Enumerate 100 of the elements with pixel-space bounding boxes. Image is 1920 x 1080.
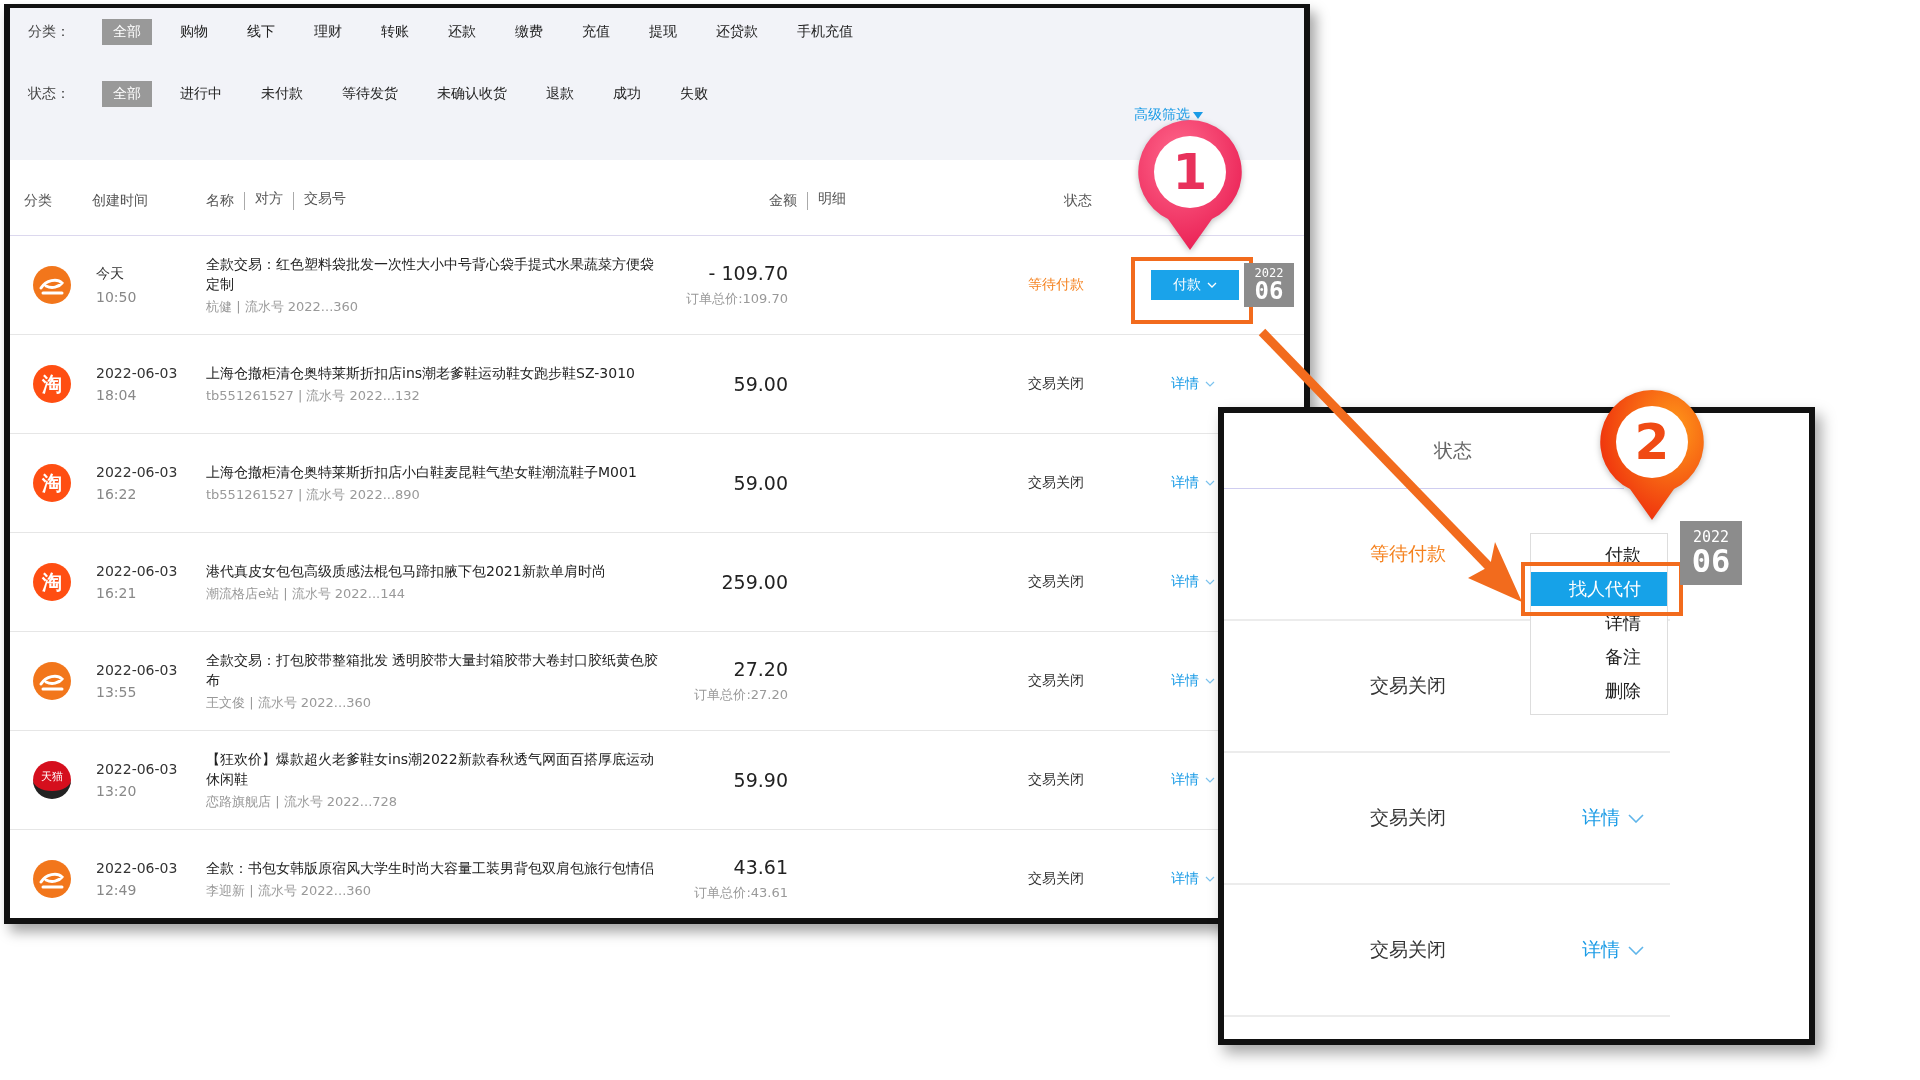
chevron-down-icon bbox=[1205, 381, 1215, 387]
filter-chip[interactable]: 充值 bbox=[571, 19, 621, 45]
marker-number: 2 bbox=[1633, 414, 1671, 470]
column-header: 对方 bbox=[244, 191, 293, 210]
filter-chip[interactable]: 手机充值 bbox=[786, 19, 864, 45]
date-text: 2022-06-03 bbox=[96, 563, 179, 579]
filter-chip[interactable]: 退款 bbox=[535, 81, 585, 107]
amount-text: 59.00 bbox=[732, 373, 788, 395]
item-name: 上海仓撤柜清仓奥特莱斯折扣店ins潮老爹鞋运动鞋女跑步鞋SZ-3010 bbox=[206, 364, 636, 383]
status-text: 交易关闭 bbox=[1370, 673, 1447, 698]
date-text: 今天 bbox=[96, 265, 125, 283]
badge-month: 06 bbox=[1254, 279, 1284, 303]
item-name: 全款交易：打包胶带整箱批发 透明胶带大量封箱胶带大卷封口胶纸黄色胶布 bbox=[206, 651, 660, 690]
status-text: 等待付款 bbox=[1028, 276, 1084, 292]
shop-logo: 天猫 bbox=[33, 761, 71, 799]
filter-chip[interactable]: 未付款 bbox=[250, 81, 314, 107]
swirl-logo-icon bbox=[33, 266, 71, 304]
counterparty-text: tb551261527 | 流水号 2022...132 bbox=[206, 387, 421, 405]
column-header: 名称 bbox=[206, 191, 235, 210]
amount-text: 59.00 bbox=[732, 472, 788, 494]
status-text: 交易关闭 bbox=[1370, 937, 1447, 962]
marker-number: 1 bbox=[1171, 144, 1209, 200]
badge-month: 06 bbox=[1691, 544, 1731, 577]
amount-text: 27.20 bbox=[732, 658, 788, 680]
counterparty-text: 王文俊 | 流水号 2022...360 bbox=[206, 694, 373, 712]
status-text: 交易关闭 bbox=[1028, 672, 1084, 688]
counterparty-text: 李迎新 | 流水号 2022...360 bbox=[206, 882, 373, 900]
amount-text: 43.61 bbox=[732, 856, 788, 878]
filter-chip[interactable]: 理财 bbox=[303, 19, 353, 45]
time-text: 13:20 bbox=[96, 783, 138, 799]
item-name: 上海仓撤柜清仓奥特莱斯折扣店小白鞋麦昆鞋气垫女鞋潮流鞋子M001 bbox=[206, 463, 638, 482]
item-name: 全款交易：红色塑料袋批发一次性大小中号背心袋手提式水果蔬菜方便袋定制 bbox=[206, 255, 655, 294]
order-total-text: 订单总价:43.61 bbox=[693, 884, 788, 902]
status-text: 等待付款 bbox=[1370, 541, 1447, 566]
order-total-text: 订单总价:109.70 bbox=[685, 290, 788, 308]
filter-chip[interactable]: 缴费 bbox=[504, 19, 554, 45]
filter-chip[interactable]: 未确认收货 bbox=[426, 81, 518, 107]
badge-year: 2022 bbox=[1254, 267, 1284, 279]
time-text: 10:50 bbox=[96, 289, 138, 305]
time-text: 16:22 bbox=[96, 486, 138, 502]
swirl-logo-icon bbox=[33, 662, 71, 700]
badge-year: 2022 bbox=[1692, 529, 1730, 545]
filter-chip[interactable]: 还贷款 bbox=[705, 19, 769, 45]
date-text: 2022-06-03 bbox=[96, 761, 179, 777]
counterparty-text: 杭健 | 流水号 2022...360 bbox=[206, 298, 360, 316]
status-text: 交易关闭 bbox=[1370, 805, 1447, 830]
chevron-down-icon bbox=[1207, 282, 1217, 288]
chevron-down-icon bbox=[1205, 777, 1215, 783]
chevron-down-icon bbox=[1205, 480, 1215, 486]
filter-chip[interactable]: 提现 bbox=[638, 19, 688, 45]
item-name: 港代真皮女包包高级质感法棍包马蹄扣腋下包2021新款单肩时尚 bbox=[206, 562, 607, 581]
chevron-down-icon bbox=[1205, 678, 1215, 684]
amount-text: - 109.70 bbox=[707, 262, 788, 284]
chevron-down-icon bbox=[1205, 579, 1215, 585]
filter-label: 状态： bbox=[28, 85, 71, 103]
time-text: 16:21 bbox=[96, 585, 138, 601]
filter-chip[interactable]: 成功 bbox=[602, 81, 652, 107]
filter-chip[interactable]: 购物 bbox=[169, 19, 219, 45]
swirl-logo-icon bbox=[33, 860, 71, 898]
shop-logo: 淘 bbox=[33, 464, 71, 502]
date-text: 2022-06-03 bbox=[96, 365, 179, 381]
shop-logo: 淘 bbox=[33, 563, 71, 601]
column-header: 分类 bbox=[23, 191, 53, 210]
column-header: 明细 bbox=[807, 191, 856, 210]
filter-label: 分类： bbox=[28, 23, 71, 41]
filter-chip[interactable]: 线下 bbox=[236, 19, 286, 45]
counterparty-text: 潮流格店e站 | 流水号 2022...144 bbox=[206, 585, 407, 603]
time-text: 13:55 bbox=[96, 684, 138, 700]
date-text: 2022-06-03 bbox=[96, 464, 179, 480]
counterparty-text: tb551261527 | 流水号 2022...890 bbox=[206, 486, 421, 504]
filter-chip[interactable]: 进行中 bbox=[169, 81, 233, 107]
column-header: 金额 bbox=[769, 191, 798, 210]
item-name: 全款：书包女韩版原宿风大学生时尚大容量工装男背包双肩包旅行包情侣 bbox=[206, 859, 655, 878]
filter-chip[interactable]: 失败 bbox=[669, 81, 719, 107]
chevron-down-icon bbox=[1628, 945, 1644, 955]
time-text: 12:49 bbox=[96, 882, 138, 898]
amount-text: 59.90 bbox=[732, 769, 788, 791]
column-header: 状态 bbox=[1064, 191, 1092, 210]
status-text: 交易关闭 bbox=[1028, 573, 1084, 589]
filter-chip[interactable]: 转账 bbox=[370, 19, 420, 45]
item-name: 【狂欢价】爆款超火老爹鞋女ins潮2022新款春秋透气网面百搭厚底运动休闲鞋 bbox=[206, 750, 655, 789]
column-header: 创建时间 bbox=[92, 191, 149, 210]
chevron-down-icon bbox=[1205, 876, 1215, 882]
date-text: 2022-06-03 bbox=[96, 860, 179, 876]
order-total-text: 订单总价:27.20 bbox=[693, 686, 788, 704]
time-text: 18:04 bbox=[96, 387, 138, 403]
filter-chip[interactable]: 等待发货 bbox=[331, 81, 409, 107]
status-text: 交易关闭 bbox=[1028, 771, 1084, 787]
counterparty-text: 恋路旗舰店 | 流水号 2022...728 bbox=[206, 793, 399, 811]
menu-item[interactable]: 备注 bbox=[1531, 640, 1667, 674]
column-header: 状态 bbox=[1434, 437, 1472, 463]
column-header: 交易号 bbox=[293, 191, 356, 210]
amount-text: 259.00 bbox=[720, 571, 788, 593]
menu-item[interactable]: 删除 bbox=[1531, 674, 1667, 708]
status-text: 交易关闭 bbox=[1028, 870, 1084, 886]
filter-chip[interactable]: 还款 bbox=[437, 19, 487, 45]
date-text: 2022-06-03 bbox=[96, 662, 179, 678]
chevron-down-icon bbox=[1628, 813, 1644, 823]
status-text: 交易关闭 bbox=[1028, 375, 1084, 391]
status-text: 交易关闭 bbox=[1028, 474, 1084, 490]
